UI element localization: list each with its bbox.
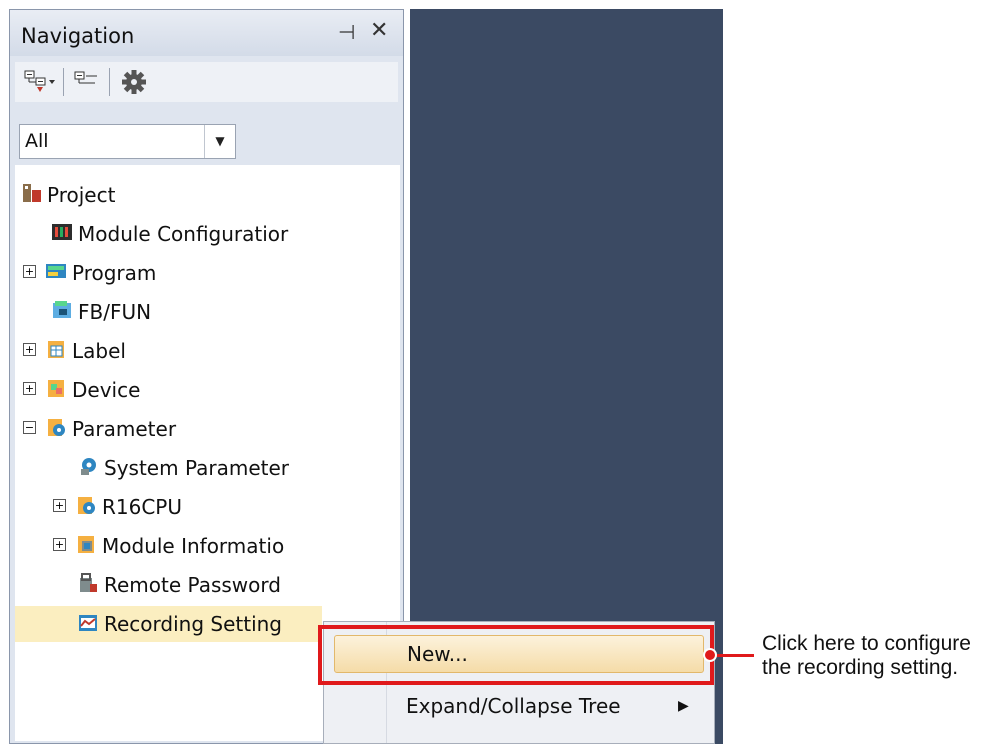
chevron-down-icon[interactable]: ▼	[204, 125, 235, 158]
close-icon[interactable]: ✕	[370, 18, 388, 43]
project-icon	[21, 182, 43, 204]
navigation-toolbar	[15, 62, 398, 102]
submenu-arrow-icon: ▶	[678, 698, 689, 714]
panel-title-bar: Navigation ⊣ ✕	[10, 10, 403, 56]
toolbar-separator	[63, 68, 64, 96]
menu-item-label: Expand/Collapse Tree	[406, 694, 621, 718]
tree-item-label: FB/FUN	[78, 300, 152, 324]
collapse-icon[interactable]: −	[23, 421, 36, 434]
collapse-tree-icon[interactable]	[73, 68, 103, 96]
tree-item-label: Parameter	[72, 417, 177, 441]
callout-line	[716, 654, 754, 657]
tree-item-system-parameter[interactable]: System Parameter	[15, 450, 400, 486]
menu-item-expand-collapse-tree[interactable]: Expand/Collapse Tree ▶	[334, 688, 704, 726]
expand-icon[interactable]: +	[23, 382, 36, 395]
callout-line-1: Click here to configure	[762, 632, 971, 655]
tree-item-label: Project	[47, 183, 116, 207]
parameter-icon	[45, 416, 67, 438]
tree-item-label: R16CPU	[102, 495, 183, 519]
pin-icon[interactable]: ⊣	[338, 20, 355, 44]
panel-title: Navigation	[21, 24, 135, 48]
cpu-icon	[75, 494, 97, 516]
module-configuration-icon	[51, 221, 73, 243]
highlight-box	[318, 625, 714, 685]
expand-icon[interactable]: +	[53, 499, 66, 512]
system-parameter-icon	[77, 455, 99, 477]
tree-item-parameter[interactable]: − Parameter	[15, 411, 400, 447]
callout-dot	[703, 648, 717, 662]
program-icon	[45, 260, 67, 282]
expand-icon[interactable]: +	[23, 343, 36, 356]
module-information-icon	[75, 533, 97, 555]
tree-item-label: Recording Setting	[104, 612, 282, 636]
tree-item-module-information[interactable]: + Module Informatio	[15, 528, 400, 564]
filter-value: All	[25, 130, 49, 152]
tree-item-label[interactable]: + Label	[15, 333, 400, 369]
tree-item-device[interactable]: + Device	[15, 372, 400, 408]
tree-item-label: Module Configuratior	[78, 222, 289, 246]
tree-item-program[interactable]: + Program	[15, 255, 400, 291]
device-icon	[45, 377, 67, 399]
callout-text: Click here to configure the recording se…	[762, 632, 971, 680]
tree-item-label: Device	[72, 378, 141, 402]
tree-item-label: System Parameter	[104, 456, 289, 480]
callout-line-2: the recording setting.	[762, 656, 959, 679]
toolbar-separator	[109, 68, 110, 96]
tree-item-r16cpu[interactable]: + R16CPU	[15, 489, 400, 525]
fb-fun-icon	[51, 299, 73, 321]
remote-password-icon	[77, 572, 99, 594]
tree-item-label: Program	[72, 261, 157, 285]
gear-icon[interactable]	[119, 68, 149, 96]
tree-item-fb-fun[interactable]: FB/FUN	[15, 294, 400, 330]
tree-item-module-configuration[interactable]: Module Configuratior	[15, 216, 400, 252]
tree-item-remote-password[interactable]: Remote Password	[15, 567, 400, 603]
tree-item-label-text: Label	[72, 339, 126, 363]
tree-item-label: Remote Password	[104, 573, 281, 597]
tree-item-label: Module Informatio	[102, 534, 285, 558]
expand-icon[interactable]: +	[53, 538, 66, 551]
expand-icon[interactable]: +	[23, 265, 36, 278]
tree-item-project[interactable]: Project	[15, 177, 400, 213]
tree-item-recording-setting[interactable]: Recording Setting	[15, 606, 322, 642]
filter-dropdown[interactable]: All ▼	[19, 124, 236, 159]
label-icon	[45, 338, 67, 360]
recording-setting-icon	[77, 611, 99, 633]
expand-tree-icon[interactable]	[23, 68, 57, 96]
